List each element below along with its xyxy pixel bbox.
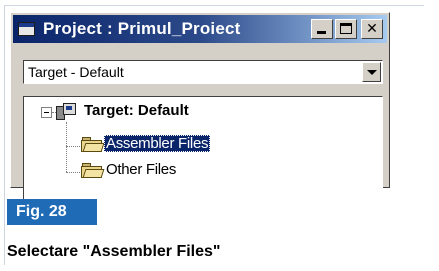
target-icon — [56, 103, 76, 121]
tree-item-label: Assembler Files — [104, 135, 211, 152]
folder-icon — [81, 163, 105, 178]
figure-number-badge: Fig. 28 — [7, 199, 97, 225]
window-controls: ✕ — [311, 19, 383, 39]
maximize-button[interactable] — [335, 19, 357, 39]
title-bar[interactable]: Project : Primul_Proiect ✕ — [13, 15, 387, 43]
minimize-button[interactable] — [311, 19, 333, 39]
target-select[interactable]: Target - Default — [23, 60, 383, 84]
tree-root-label[interactable]: Target: Default — [84, 102, 189, 119]
tree-connector — [66, 172, 80, 173]
tree-connector — [66, 122, 67, 172]
window-icon — [18, 22, 35, 36]
dropdown-arrow-icon[interactable] — [362, 62, 381, 82]
project-tree: Target: Default Assembler Files Other Fi… — [23, 96, 383, 201]
project-window: Project : Primul_Proiect ✕ Target - Defa… — [10, 12, 390, 201]
window-title: Project : Primul_Proiect — [43, 19, 241, 38]
target-select-value: Target - Default — [28, 64, 124, 80]
tree-connector — [66, 146, 80, 147]
figure-caption: Selectare "Assembler Files" — [7, 243, 221, 260]
collapse-icon[interactable] — [41, 107, 52, 118]
folder-icon — [81, 137, 105, 152]
tree-item-label: Other Files — [106, 161, 177, 178]
close-button[interactable]: ✕ — [361, 19, 383, 39]
